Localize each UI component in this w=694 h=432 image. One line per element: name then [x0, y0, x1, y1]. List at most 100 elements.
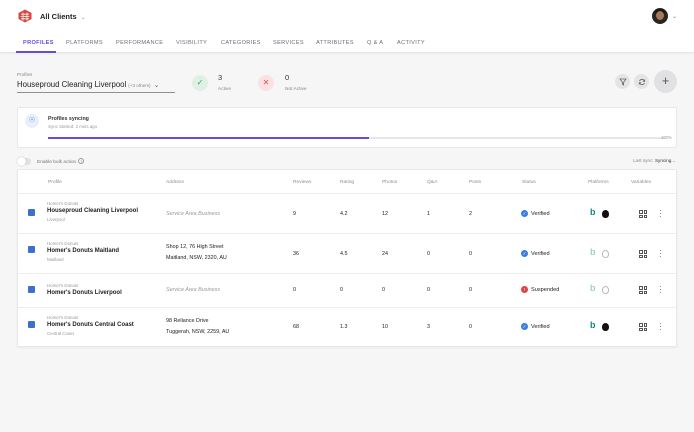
- apple-icon[interactable]: [602, 210, 609, 218]
- apple-icon[interactable]: [602, 323, 609, 331]
- bing-icon[interactable]: b: [590, 283, 596, 293]
- apple-icon[interactable]: [602, 250, 609, 258]
- column-header-platforms[interactable]: Platforms: [588, 180, 609, 185]
- chevron-down-icon: ⌄: [80, 15, 86, 21]
- grid-icon[interactable]: [639, 210, 647, 218]
- tab-visibility[interactable]: VISIBILITY: [176, 40, 207, 46]
- qa-value: 0: [427, 251, 430, 257]
- tab-platforms[interactable]: PLATFORMS: [66, 40, 103, 46]
- table-row[interactable]: Homer's Donuts Houseproud Cleaning Liver…: [18, 193, 678, 233]
- table-row[interactable]: Homer's Donuts Homer's Donuts Maitland M…: [18, 233, 678, 273]
- address-line-1: Service Area Business: [166, 287, 221, 293]
- reviews-value: 9: [293, 211, 296, 217]
- tab-performance[interactable]: PERFORMANCE: [116, 40, 163, 46]
- profile-group: Homer's Donuts: [47, 283, 79, 288]
- table-row[interactable]: Homer's Donuts Homer's Donuts Central Co…: [18, 307, 678, 347]
- sync-progress-fill: [48, 137, 369, 139]
- last-sync: Last sync: Syncing...: [633, 158, 675, 163]
- top-bar: All Clients ⌄ ⌄: [0, 0, 694, 34]
- tab-qa[interactable]: Q & A: [367, 40, 383, 46]
- active-label: Active: [218, 87, 232, 92]
- grid-icon[interactable]: [639, 250, 647, 258]
- column-header-profile[interactable]: Profile: [48, 180, 62, 185]
- bing-icon[interactable]: b: [590, 320, 596, 330]
- profile-location: Liverpool: [47, 217, 65, 222]
- business-icon: [28, 286, 35, 293]
- posts-value: 2: [469, 211, 472, 217]
- column-header-reviews[interactable]: Reviews: [293, 180, 311, 185]
- profile-name[interactable]: Homer's Donuts Liverpool: [47, 290, 122, 296]
- grid-logo-icon[interactable]: [18, 9, 32, 23]
- close-icon: ✕: [258, 75, 274, 91]
- select-underline: [17, 92, 175, 93]
- client-selector[interactable]: All Clients ⌄: [40, 12, 86, 21]
- column-header-status[interactable]: Status: [522, 180, 536, 185]
- check-icon: ✓: [192, 75, 208, 91]
- bulk-action-toggle[interactable]: [17, 157, 31, 166]
- more-options-icon[interactable]: · · ·: [659, 320, 662, 334]
- rating-value: 1.3: [340, 324, 348, 330]
- user-avatar[interactable]: [652, 8, 668, 24]
- business-icon: [28, 246, 35, 253]
- profiles-select[interactable]: Houseproud Cleaning Liverpool (+3 others)…: [17, 80, 159, 89]
- profile-location: Central Coast: [47, 331, 74, 336]
- bulk-action-label: Enable bulk action?: [37, 158, 85, 165]
- verified-icon: ✓: [521, 210, 528, 217]
- profile-group: Homer's Donuts: [47, 201, 79, 206]
- last-sync-value: Syncing...: [654, 158, 676, 163]
- photos-value: 10: [382, 324, 388, 330]
- sync-subtitle: Sync Started: 2 mins ago: [48, 124, 98, 129]
- grid-icon[interactable]: [639, 323, 647, 331]
- tab-categories[interactable]: CATEGORIES: [221, 40, 261, 46]
- profiles-select-label: Profiles: [17, 72, 33, 77]
- chevron-down-icon[interactable]: ⌄: [672, 13, 677, 20]
- qa-value: 1: [427, 211, 430, 217]
- posts-value: 0: [469, 324, 472, 330]
- column-header-variables[interactable]: Variables: [631, 180, 651, 185]
- table-row[interactable]: Homer's Donuts Homer's Donuts Liverpool …: [18, 273, 678, 307]
- last-sync-label: Last sync:: [633, 158, 654, 163]
- column-header-qa[interactable]: Q&A: [427, 180, 437, 185]
- rating-value: 4.5: [340, 251, 348, 257]
- reviews-value: 36: [293, 251, 299, 257]
- verified-icon: ✓: [521, 323, 528, 330]
- bing-icon[interactable]: b: [590, 247, 596, 257]
- apple-icon[interactable]: [602, 286, 609, 294]
- column-header-rating[interactable]: Rating: [340, 180, 354, 185]
- reviews-value: 0: [293, 287, 296, 293]
- address-line-1: 98 Reliance Drive: [166, 318, 209, 324]
- profile-name[interactable]: Houseproud Cleaning Liverpool: [47, 208, 138, 214]
- grid-icon[interactable]: [639, 286, 647, 294]
- address-line-1: Shop 12, 76 High Street: [166, 244, 224, 250]
- profiles-table: Profile Address Reviews Rating Photos Q&…: [17, 169, 678, 347]
- photos-value: 24: [382, 251, 388, 257]
- more-options-icon[interactable]: · · ·: [659, 207, 662, 221]
- tab-services[interactable]: SERVICES: [273, 40, 304, 46]
- profile-name[interactable]: Homer's Donuts Maitland: [47, 248, 119, 254]
- rating-value: 0: [340, 287, 343, 293]
- column-header-posts[interactable]: Posts: [469, 180, 481, 185]
- column-header-address[interactable]: Address: [166, 180, 184, 185]
- status-text: Verified: [531, 324, 550, 330]
- sync-progress-bar: [48, 137, 665, 139]
- info-icon[interactable]: ?: [78, 158, 85, 164]
- add-profile-button[interactable]: +: [654, 70, 677, 93]
- sync-percent: 100%: [661, 135, 672, 140]
- bing-icon[interactable]: b: [590, 207, 596, 217]
- tab-activity[interactable]: ACTIVITY: [397, 40, 425, 46]
- tab-attributes[interactable]: ATTRIBUTES: [316, 40, 354, 46]
- not-active-count: 0: [285, 73, 290, 82]
- filter-button[interactable]: [615, 74, 630, 89]
- more-options-icon[interactable]: · · ·: [659, 283, 662, 297]
- profile-group: Homer's Donuts: [47, 241, 79, 246]
- client-name: All Clients: [40, 12, 77, 21]
- profile-location: Maitland: [47, 257, 64, 262]
- sync-status-card: ☉ Profiles syncing Sync Started: 2 mins …: [17, 107, 677, 148]
- qa-value: 0: [427, 287, 430, 293]
- sync-button[interactable]: [634, 74, 649, 89]
- profile-name[interactable]: Homer's Donuts Central Coast: [47, 322, 134, 328]
- profile-group: Homer's Donuts: [47, 315, 79, 320]
- column-header-photos[interactable]: Photos: [382, 180, 397, 185]
- tab-profiles[interactable]: PROFILES: [23, 40, 54, 46]
- more-options-icon[interactable]: · · ·: [659, 247, 662, 261]
